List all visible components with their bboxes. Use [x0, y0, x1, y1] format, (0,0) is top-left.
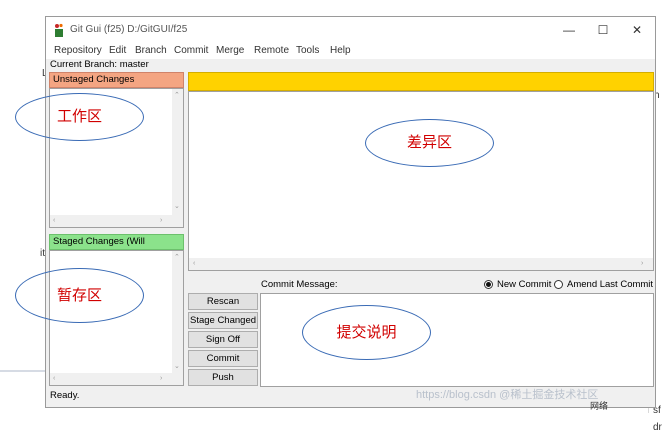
scroll-left-arrow-icon[interactable]: ‹ — [193, 260, 195, 267]
menu-tools[interactable]: Tools — [296, 43, 319, 59]
unstaged-horizontal-scrollbar[interactable]: ‹ › — [50, 215, 183, 227]
diff-viewer[interactable]: ‹ › — [188, 91, 654, 271]
commit-button[interactable]: Commit — [188, 350, 258, 367]
status-bar-text: Ready. — [50, 390, 80, 401]
amend-commit-radio[interactable] — [554, 280, 563, 289]
staged-changes-header: Staged Changes (Will Commit) — [49, 234, 184, 261]
scroll-right-arrow-icon[interactable]: › — [641, 260, 643, 267]
window-title: Git Gui (f25) D:/GitGUI/f25 — [70, 24, 188, 35]
scroll-up-arrow-icon[interactable]: ⌃ — [174, 92, 180, 99]
minimize-button[interactable]: — — [552, 17, 586, 43]
scroll-right-arrow-icon[interactable]: › — [160, 217, 162, 224]
push-button[interactable]: Push — [188, 369, 258, 386]
staged-vertical-scrollbar[interactable]: ⌃ ⌄ — [172, 251, 183, 373]
diff-area-annotation: 差异区 — [365, 119, 494, 167]
unstaged-changes-header: Unstaged Changes — [49, 72, 184, 88]
amend-last-commit-label[interactable]: Amend Last Commit — [567, 279, 653, 290]
new-commit-label[interactable]: New Commit — [497, 279, 551, 290]
menu-repository[interactable]: Repository — [54, 43, 102, 59]
menu-help[interactable]: Help — [330, 43, 351, 59]
scroll-right-arrow-icon[interactable]: › — [160, 375, 162, 382]
scroll-left-arrow-icon[interactable]: ‹ — [53, 217, 55, 224]
close-button[interactable]: ✕ — [620, 17, 654, 43]
watermark-text: https://blog.csdn @稀土掘金技术社区 — [416, 389, 599, 401]
current-branch-label: Current Branch: master — [50, 59, 149, 70]
commit-description-annotation: 提交说明 — [302, 305, 431, 360]
maximize-button[interactable]: ☐ — [586, 17, 620, 43]
staged-horizontal-scrollbar[interactable]: ‹ › — [50, 373, 183, 385]
menu-edit[interactable]: Edit — [109, 43, 126, 59]
work-area-annotation: 工作区 — [15, 93, 144, 141]
scroll-down-arrow-icon[interactable]: ⌄ — [174, 203, 180, 210]
scroll-up-arrow-icon[interactable]: ⌃ — [174, 254, 180, 261]
menu-bar: Repository Edit Branch Commit Merge Remo… — [46, 43, 655, 59]
menu-branch[interactable]: Branch — [135, 43, 167, 59]
git-gui-app-icon — [55, 23, 63, 37]
title-bar: Git Gui (f25) D:/GitGUI/f25 — ☐ ✕ — [46, 17, 655, 43]
unstaged-vertical-scrollbar[interactable]: ⌃ ⌄ — [172, 89, 183, 215]
menu-commit[interactable]: Commit — [174, 43, 208, 59]
background-text: dr — [653, 422, 662, 433]
diff-horizontal-scrollbar[interactable]: ‹ › — [189, 258, 653, 270]
menu-merge[interactable]: Merge — [216, 43, 244, 59]
new-commit-radio[interactable] — [484, 280, 493, 289]
scroll-left-arrow-icon[interactable]: ‹ — [53, 375, 55, 382]
menu-remote[interactable]: Remote — [254, 43, 289, 59]
commit-message-label: Commit Message: — [261, 279, 338, 290]
stage-changed-button[interactable]: Stage Changed — [188, 312, 258, 329]
rescan-button[interactable]: Rescan — [188, 293, 258, 310]
stage-area-annotation: 暂存区 — [15, 268, 144, 323]
background-divider — [0, 370, 45, 372]
diff-header-bar — [188, 72, 654, 91]
scroll-down-arrow-icon[interactable]: ⌄ — [174, 363, 180, 370]
sign-off-button[interactable]: Sign Off — [188, 331, 258, 348]
background-network-label: 网络 — [590, 401, 609, 411]
radio-selected-dot — [486, 282, 491, 287]
background-window-left: L1 it — [0, 0, 53, 413]
